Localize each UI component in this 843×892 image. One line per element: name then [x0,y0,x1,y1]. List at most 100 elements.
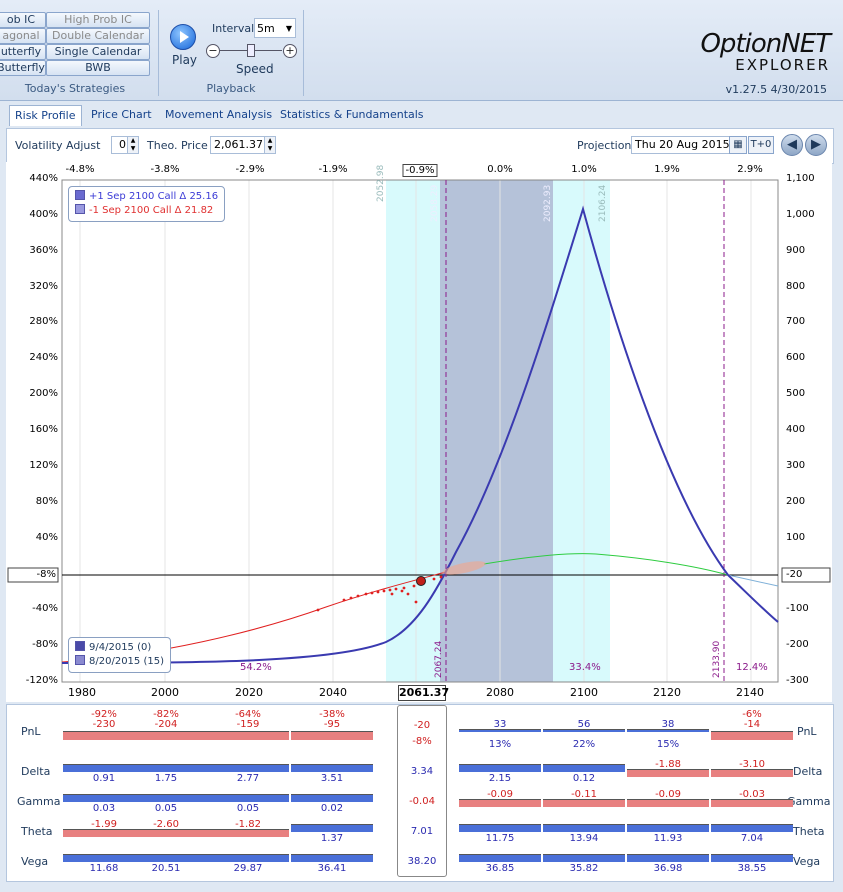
volatility-adjust-input[interactable]: 0 ▲ ▼ [111,136,139,154]
t0-button[interactable]: T+0 [748,136,774,154]
speed-decrease-button[interactable]: − [206,44,220,58]
band-label: 2052.98 [376,164,386,202]
negative-bar [543,799,625,807]
strategies-group-label: Today's Strategies [24,82,126,95]
top-axis-ticks: -4.8% -3.8% -2.9% -1.9% -0.9% 0.0% 1.0% 1.9% 2.9… [6,162,832,178]
strategy-button-high-prob-ic[interactable]: High Prob IC [46,12,150,28]
spin-arrows-icon[interactable]: ▲ ▼ [127,137,138,153]
speed-increase-button[interactable]: + [283,44,297,58]
forward-arrow-icon[interactable]: ▶ [805,134,827,156]
play-label[interactable]: Play [172,53,197,67]
right-marker-label: -20 [786,569,803,580]
strategy-button-butterfly-a[interactable]: utterfly [0,44,46,60]
bottom-tick-label: 2120 [653,686,681,699]
row-label: Vega [793,855,821,868]
bottom-tick-label: 2080 [486,686,514,699]
theo-price-input[interactable]: 2,061.37 ▲ ▼ [210,136,276,154]
greek-value: 20.51 [151,863,181,874]
bottom-tick-label: 2020 [235,686,263,699]
greek-value: -2.60 [153,819,179,830]
bottom-tick-label: 2140 [736,686,764,699]
tab-statistics-fundamentals[interactable]: Statistics & Fundamentals [280,105,424,125]
speed-label: Speed [236,62,274,76]
greek-value: -159 [236,719,260,730]
volatility-adjust-label: Volatility Adjust [15,139,101,152]
tab-movement-analysis[interactable]: Movement Analysis [165,105,272,125]
right-tick-label: 200 [786,495,806,507]
strategy-button-prob-ic[interactable]: ob IC [0,12,46,28]
probability-label: 33.4% [569,662,601,673]
left-tick-label: 440% [29,173,58,184]
current-price-column[interactable]: -20 -8% 3.34 -0.04 7.01 38.20 [397,705,447,877]
negative-bar [207,829,289,837]
strategy-button-diagonal[interactable]: agonal [0,28,46,44]
strategy-button-bwb[interactable]: BWB [46,60,150,76]
spin-arrows-icon[interactable]: ▲ ▼ [264,137,275,153]
tab-risk-profile[interactable]: Risk Profile [9,105,82,126]
speed-slider-thumb[interactable] [247,44,255,57]
projection-label: Projection [577,139,632,152]
volatility-adjust-value: 0 [119,138,126,151]
positive-bar [125,794,207,802]
current-theta: 7.01 [410,826,434,837]
risk-profile-chart[interactable]: -4.8% -3.8% -2.9% -1.9% -0.9% 0.0% 1.0% 1.9% 2.9… [6,162,832,702]
logo: OptionNET EXPLORER [660,29,831,74]
greek-value: -204 [154,719,178,730]
right-tick-label: 900 [786,244,806,256]
greek-value: 13% [488,739,512,750]
tab-price-chart[interactable]: Price Chart [91,105,152,125]
greek-value: -1.88 [655,759,681,770]
logo-main: OptionNET [700,29,831,59]
play-icon[interactable] [170,24,196,50]
calendar-icon[interactable]: ▦ [729,136,747,154]
theo-price-value: 2,061.37 [214,138,263,151]
chevron-down-icon: ▼ [285,24,292,33]
strategies-group: ob IC High Prob IC agonal Double Calenda… [0,10,152,98]
bottom-tick-label: 2000 [151,686,179,699]
positive-bar [711,824,793,832]
legend-swatch [75,190,85,200]
legend-swatch [75,641,85,651]
back-arrow-icon[interactable]: ◀ [781,134,803,156]
interval-select[interactable]: 5m ▼ [254,18,296,38]
greek-value: 2.15 [488,773,512,784]
breakeven-label: 2067.24 [434,640,444,678]
greek-value: 0.12 [572,773,596,784]
top-tick-label: 2.9% [737,164,763,175]
play-triangle-icon [180,31,189,43]
left-tick-label: 280% [29,316,58,328]
legend-item-long-call[interactable]: +1 Sep 2100 Call Δ 25.16 [75,190,218,204]
greek-value: -95 [323,719,341,730]
strategy-button-butterfly-b[interactable]: Butterfly [0,60,46,76]
positive-bar [543,854,625,862]
breakeven-label: 2133.90 [712,640,722,678]
top-tick-label: -2.9% [235,164,265,175]
greek-value: 11.93 [653,833,683,844]
row-label: Theta [793,825,825,838]
positive-bar [125,764,207,772]
legend-text: 9/4/2015 (0) [89,642,152,653]
row-label: Gamma [787,795,831,808]
greek-value: 36.41 [317,863,347,874]
positive-bar [459,764,541,772]
row-label: Theta [21,825,53,838]
legend-item-short-call[interactable]: -1 Sep 2100 Call Δ 21.82 [75,204,218,218]
negative-bar [291,731,373,740]
strategy-button-single-calendar[interactable]: Single Calendar [46,44,150,60]
left-tick-label: 320% [29,280,58,292]
negative-bar [207,731,289,740]
legend-item-expiration[interactable]: 9/4/2015 (0) [75,641,164,655]
positions-legend[interactable]: +1 Sep 2100 Call Δ 25.16 -1 Sep 2100 Cal… [68,186,226,222]
dates-legend[interactable]: 9/4/2015 (0) 8/20/2015 (15) [68,637,171,673]
legend-item-t0[interactable]: 8/20/2015 (15) [75,655,164,669]
projection-date-input[interactable]: Thu 20 Aug 2015 [631,136,732,154]
greek-value: 29.87 [233,863,263,874]
left-tick-label: 360% [29,244,58,256]
positive-bar [459,854,541,862]
strategy-button-double-calendar[interactable]: Double Calendar [46,28,150,44]
group-divider [158,10,159,96]
left-tick-label: 200% [29,388,58,400]
greek-value: 13.94 [569,833,599,844]
positive-bar [291,854,373,862]
positive-bar [627,824,709,832]
